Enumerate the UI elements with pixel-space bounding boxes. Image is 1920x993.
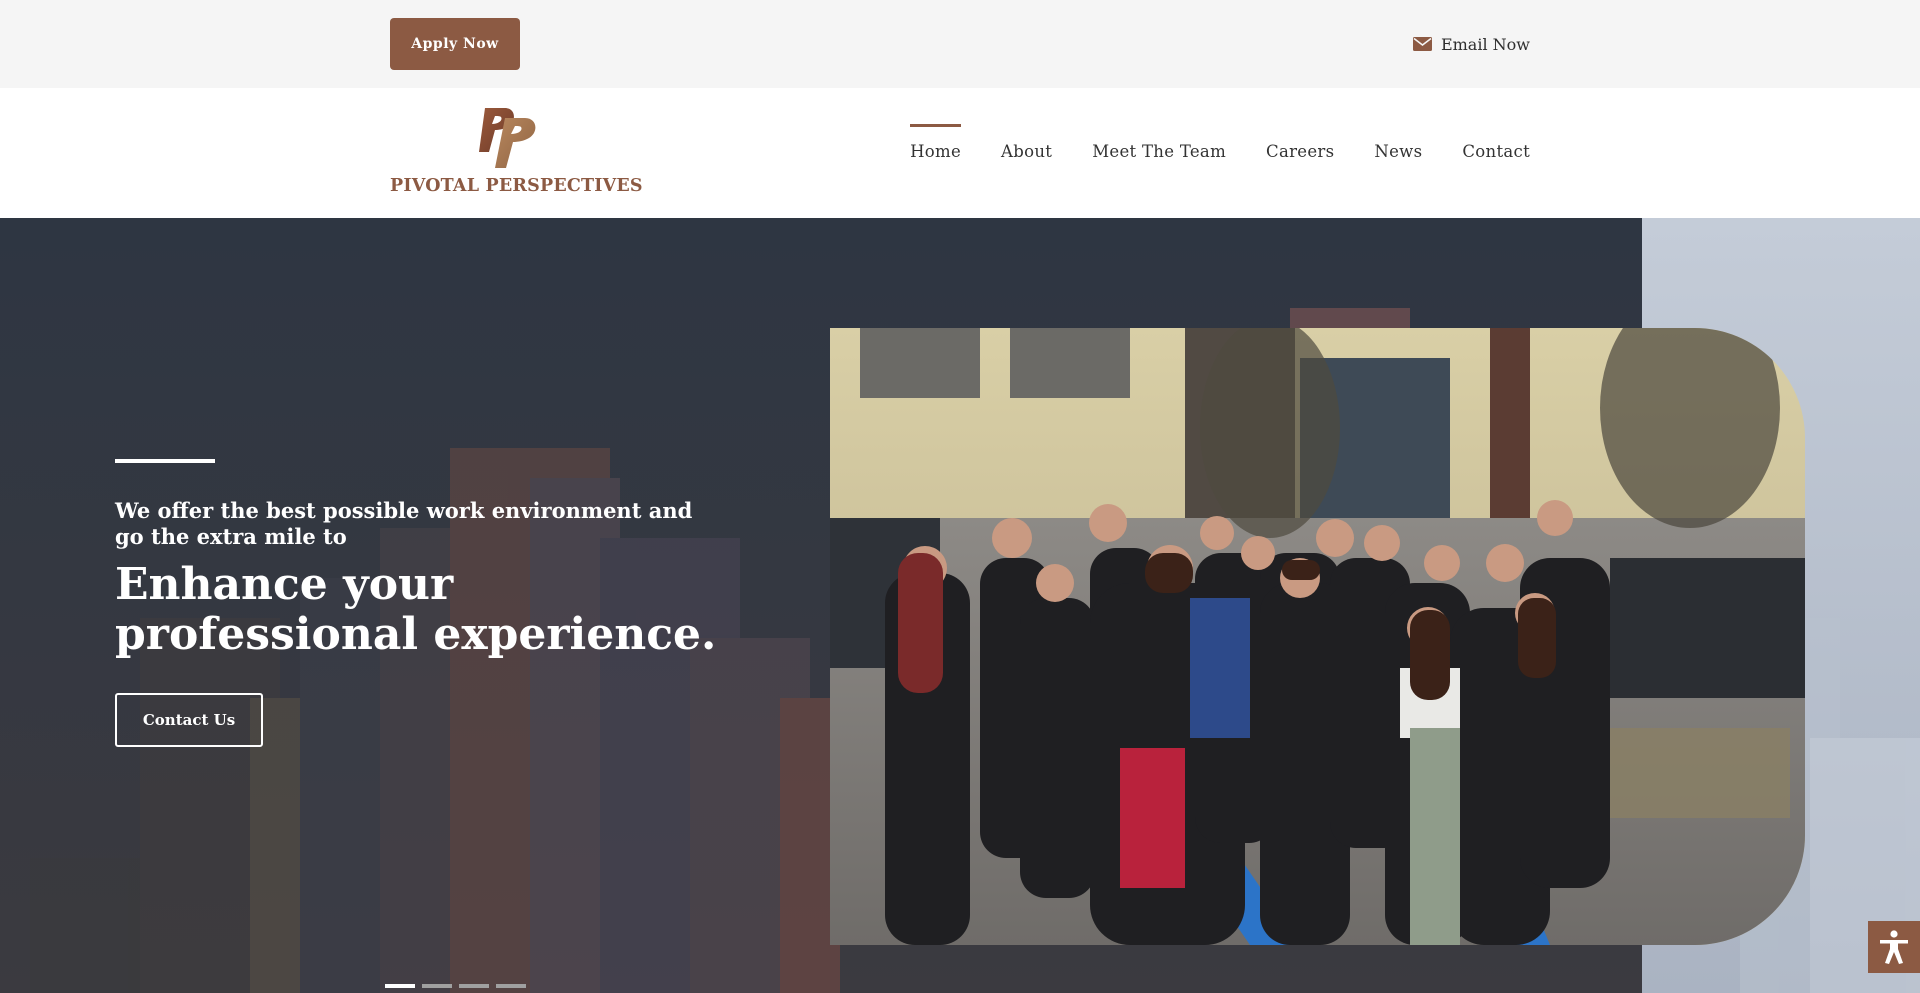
apply-now-button[interactable]: Apply Now [390, 18, 520, 70]
accessibility-button[interactable] [1868, 921, 1920, 973]
team-group-photo [830, 328, 1805, 945]
nav-item-news[interactable]: News [1374, 124, 1422, 161]
nav-item-careers[interactable]: Careers [1266, 124, 1334, 161]
hero-slider: We offer the best possible work environm… [0, 218, 1920, 993]
pp-logo-mark-icon [479, 108, 536, 168]
nav-item-meet-the-team[interactable]: Meet The Team [1092, 124, 1226, 161]
nav-item-contact[interactable]: Contact [1462, 124, 1530, 161]
slider-dot-2[interactable] [422, 984, 452, 988]
hero-accent-line [115, 459, 215, 463]
brand-name: PIVOTAL PERSPECTIVES [390, 176, 643, 196]
brand-logo[interactable]: PIVOTAL PERSPECTIVES [390, 106, 643, 206]
slider-pagination [385, 984, 526, 988]
email-now-label: Email Now [1440, 34, 1530, 54]
site-header: PIVOTAL PERSPECTIVES Home About Meet The… [0, 88, 1920, 218]
slider-dot-4[interactable] [496, 984, 526, 988]
top-bar: Apply Now Email Now [0, 0, 1920, 88]
email-now-link[interactable]: Email Now [1412, 30, 1530, 58]
hero-subtitle: We offer the best possible work environm… [115, 498, 693, 549]
envelope-icon [1412, 37, 1432, 51]
slider-dot-3[interactable] [459, 984, 489, 988]
main-nav: Home About Meet The Team Careers News Co… [910, 124, 1530, 161]
nav-item-home[interactable]: Home [910, 124, 961, 161]
contact-us-button[interactable]: Contact Us [115, 693, 263, 747]
slider-dot-1[interactable] [385, 984, 415, 988]
nav-item-about[interactable]: About [1001, 124, 1052, 161]
accessibility-icon [1880, 930, 1908, 964]
hero-title: Enhance your professional experience. [115, 559, 717, 660]
